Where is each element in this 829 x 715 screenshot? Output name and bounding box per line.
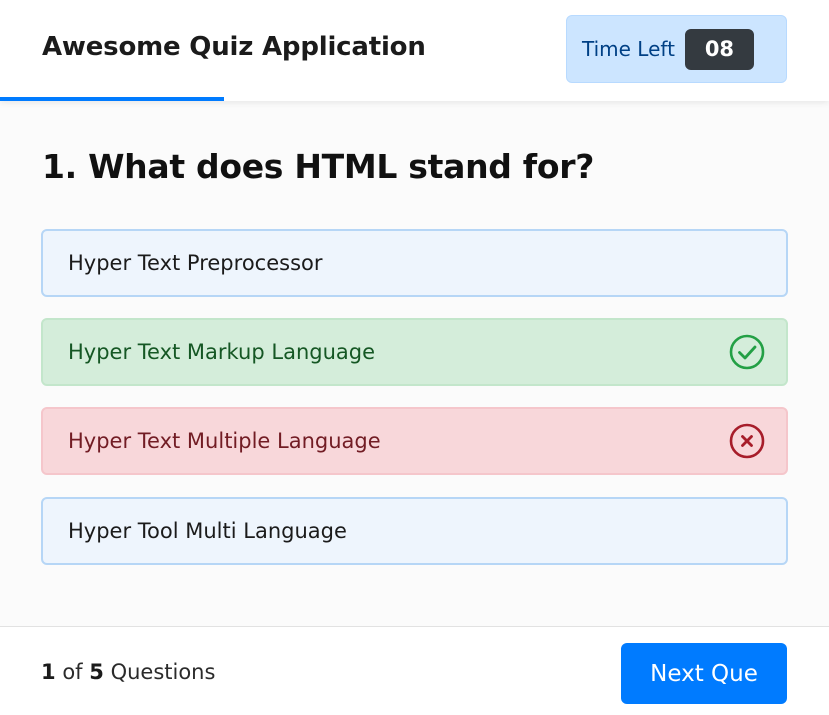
next-question-button[interactable]: Next Que: [621, 643, 787, 704]
cross-circle-icon: [729, 423, 765, 459]
option-2[interactable]: Hyper Text Markup Language: [41, 318, 788, 386]
option-label: Hyper Text Preprocessor: [68, 251, 323, 275]
counter-questions-text: Questions: [110, 660, 216, 684]
total-question-number: 5: [89, 660, 104, 684]
time-progress-line: [0, 97, 224, 101]
timer-label: Time Left: [582, 37, 675, 61]
quiz-header: Awesome Quiz Application Time Left 08: [0, 0, 829, 101]
quiz-section: 1. What does HTML stand for? Hyper Text …: [0, 101, 829, 626]
timer: Time Left 08: [566, 15, 787, 83]
quiz-title: Awesome Quiz Application: [42, 32, 426, 62]
timer-seconds: 08: [684, 28, 754, 70]
current-question-number: 1: [41, 660, 56, 684]
option-3[interactable]: Hyper Text Multiple Language: [41, 407, 788, 475]
option-4[interactable]: Hyper Tool Multi Language: [41, 497, 788, 565]
counter-of-text: of: [62, 660, 83, 684]
option-label: Hyper Text Markup Language: [68, 340, 376, 364]
option-1[interactable]: Hyper Text Preprocessor: [41, 229, 788, 297]
quiz-footer: 1 of 5 Questions Next Que: [0, 626, 829, 715]
quiz-box: Awesome Quiz Application Time Left 08 1.…: [0, 0, 829, 715]
option-label: Hyper Tool Multi Language: [68, 519, 347, 543]
check-circle-icon: [729, 334, 765, 370]
question-text: 1. What does HTML stand for?: [42, 147, 595, 186]
question-counter: 1 of 5 Questions: [41, 660, 215, 684]
option-label: Hyper Text Multiple Language: [68, 429, 381, 453]
